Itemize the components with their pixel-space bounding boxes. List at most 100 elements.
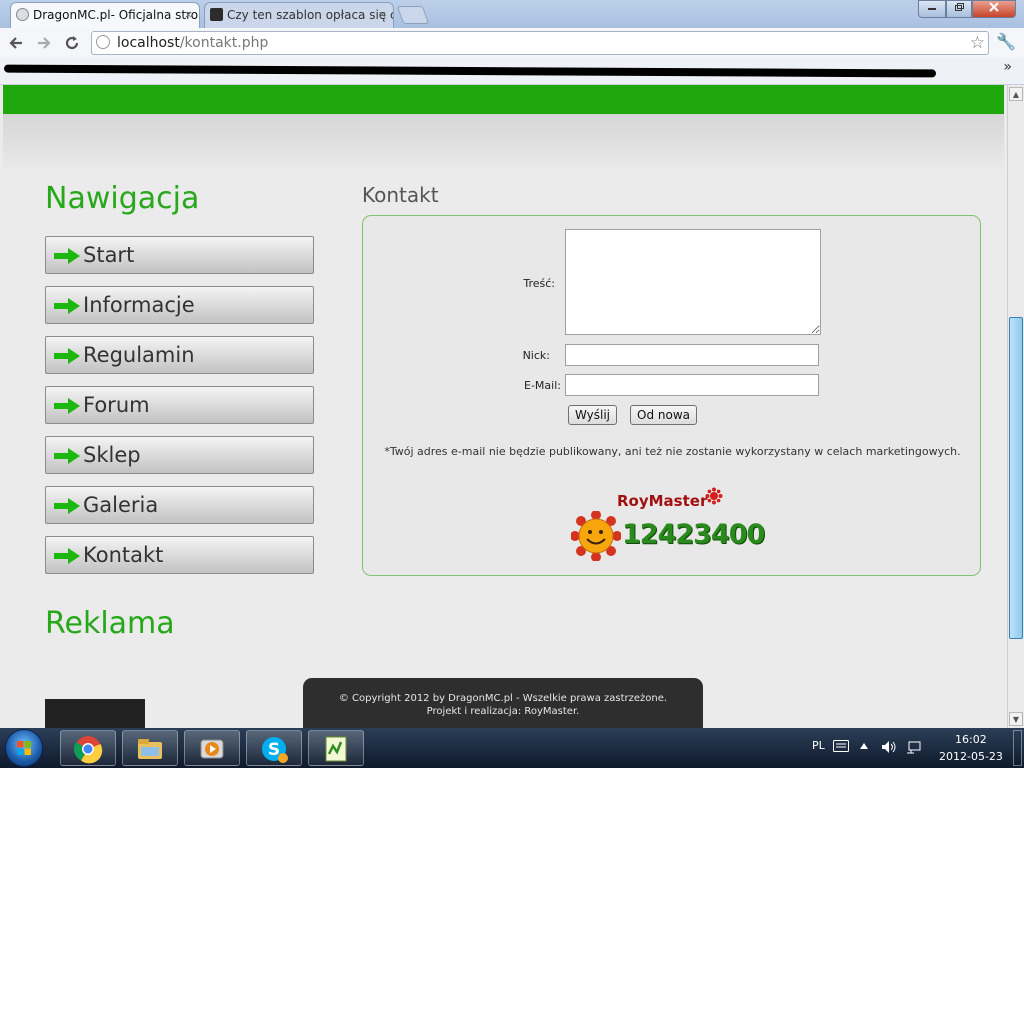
nav-item-label: Forum xyxy=(83,393,150,417)
arrow-right-icon xyxy=(54,548,80,564)
close-icon xyxy=(989,2,999,12)
nav-item-sklep[interactable]: Sklep xyxy=(45,436,314,474)
tab-close-icon[interactable]: × xyxy=(378,3,387,27)
forum-favicon-icon xyxy=(210,8,223,21)
url-path: /kontakt.php xyxy=(179,35,269,51)
nav-item-label: Galeria xyxy=(83,493,159,517)
show-desktop-button[interactable] xyxy=(1013,730,1022,766)
tab-strip: DragonMC.pl- Oficjalna stro × Czy ten sz… xyxy=(0,0,1024,28)
minimize-icon xyxy=(928,8,936,10)
keyboard-icon[interactable] xyxy=(833,740,849,752)
contact-form: Treść: Nick: E-Mail: Wyślij Od nowa *Twó… xyxy=(362,215,981,576)
bookmark-star-icon[interactable]: ☆ xyxy=(970,32,985,54)
header-bar xyxy=(3,85,1004,114)
arrow-right-icon xyxy=(54,248,80,264)
reset-button[interactable]: Od nowa xyxy=(630,405,697,425)
bookmarks-bar: » xyxy=(0,58,1024,85)
forward-button[interactable] xyxy=(33,32,55,54)
tab-forum[interactable]: Czy ten szablon opłaca się c × xyxy=(204,2,394,28)
clock-time[interactable]: 16:02 xyxy=(955,733,987,746)
arrow-right-icon xyxy=(54,498,80,514)
media-player-icon xyxy=(200,739,224,759)
gg-username: RoyMaster xyxy=(617,492,708,510)
reload-icon xyxy=(65,36,79,50)
nav-item-forum[interactable]: Forum xyxy=(45,386,314,424)
chrome-icon xyxy=(73,736,103,764)
message-textarea[interactable] xyxy=(565,229,821,335)
close-window-button[interactable] xyxy=(972,0,1016,18)
reload-button[interactable] xyxy=(61,32,83,54)
windows-taskbar: S PL 16:02 2012-05-23 xyxy=(0,728,1024,768)
ads-heading: Reklama xyxy=(45,606,175,641)
page-viewport: Nawigacja Start Informacje Regulamin For… xyxy=(0,85,1007,728)
arrow-right-icon xyxy=(54,298,80,314)
explorer-icon xyxy=(138,739,162,759)
gg-number: 12423400 xyxy=(622,519,765,550)
tab-title: Czy ten szablon opłaca się c xyxy=(227,8,394,22)
scroll-up-icon[interactable]: ▲ xyxy=(1009,87,1023,101)
taskbar-media-player[interactable] xyxy=(184,730,240,766)
maximize-button[interactable] xyxy=(946,0,972,18)
nav-item-label: Sklep xyxy=(83,443,141,467)
privacy-notice: *Twój adres e-mail nie będzie publikowan… xyxy=(384,445,961,458)
arrow-right-icon xyxy=(54,448,80,464)
taskbar-skype[interactable]: S xyxy=(246,730,302,766)
url-host: localhost xyxy=(117,35,180,51)
nav-item-start[interactable]: Start xyxy=(45,236,314,274)
clock-date[interactable]: 2012-05-23 xyxy=(939,750,1003,763)
back-arrow-icon xyxy=(9,37,22,49)
tab-close-icon[interactable]: × xyxy=(184,3,193,27)
restore-icon xyxy=(955,3,964,11)
back-button[interactable] xyxy=(5,32,27,54)
nick-input[interactable] xyxy=(565,344,819,366)
network-icon[interactable] xyxy=(906,740,922,754)
nav-item-label: Kontakt xyxy=(83,543,164,567)
submit-button[interactable]: Wyślij xyxy=(568,405,618,425)
tray-overflow-icon[interactable] xyxy=(860,743,868,749)
screen: DragonMC.pl- Oficjalna stro × Czy ten sz… xyxy=(0,0,1024,768)
arrow-right-icon xyxy=(54,348,80,364)
language-indicator[interactable]: PL xyxy=(812,739,825,752)
email-label: E-Mail: xyxy=(524,379,561,392)
browser-toolbar: localhost/kontakt.php ☆ 🔧 xyxy=(0,28,1024,58)
arrow-right-icon xyxy=(54,398,80,414)
nav-item-kontakt[interactable]: Kontakt xyxy=(45,536,314,574)
taskbar-explorer[interactable] xyxy=(122,730,178,766)
scroll-thumb[interactable] xyxy=(1009,317,1023,639)
tab-title: DragonMC.pl- Oficjalna stro xyxy=(33,8,199,22)
new-tab-button[interactable] xyxy=(396,6,430,24)
nav-item-label: Start xyxy=(83,243,135,267)
start-button[interactable] xyxy=(5,729,43,767)
nav-item-label: Regulamin xyxy=(83,343,195,367)
wrench-menu-icon[interactable]: 🔧 xyxy=(996,32,1016,51)
minimize-button[interactable] xyxy=(918,0,946,18)
address-bar[interactable]: localhost/kontakt.php ☆ xyxy=(91,31,989,55)
scroll-down-icon[interactable]: ▼ xyxy=(1009,712,1023,726)
gg-status-flower-icon xyxy=(705,487,723,505)
gg-sun-icon xyxy=(571,511,621,561)
skype-icon: S xyxy=(262,737,288,763)
bookmarks-overflow-icon[interactable]: » xyxy=(1003,59,1012,75)
email-input[interactable] xyxy=(565,374,819,396)
ad-banner[interactable] xyxy=(45,699,145,728)
forward-arrow-icon xyxy=(38,37,51,49)
header-shadow xyxy=(3,114,1004,174)
nav-item-label: Informacje xyxy=(83,293,195,317)
nav-item-regulamin[interactable]: Regulamin xyxy=(45,336,314,374)
footer-copyright: © Copyright 2012 by DragonMC.pl - Wszelk… xyxy=(338,693,668,704)
url-text: localhost/kontakt.php xyxy=(117,32,268,54)
tab-dragonmc[interactable]: DragonMC.pl- Oficjalna stro × xyxy=(10,2,200,28)
nav-item-galeria[interactable]: Galeria xyxy=(45,486,314,524)
notepad-plus-icon xyxy=(325,736,347,762)
taskbar-chrome[interactable] xyxy=(60,730,116,766)
globe-icon xyxy=(16,8,29,21)
volume-icon[interactable] xyxy=(881,740,897,754)
page-info-icon[interactable] xyxy=(96,35,110,49)
message-label: Treść: xyxy=(523,277,555,290)
redaction-scribble xyxy=(3,64,937,78)
nav-heading: Nawigacja xyxy=(45,181,200,216)
taskbar-notepad-plus[interactable] xyxy=(308,730,364,766)
footer: © Copyright 2012 by DragonMC.pl - Wszelk… xyxy=(303,678,703,728)
nav-item-informacje[interactable]: Informacje xyxy=(45,286,314,324)
vertical-scrollbar[interactable]: ▲ ▼ xyxy=(1007,85,1024,728)
